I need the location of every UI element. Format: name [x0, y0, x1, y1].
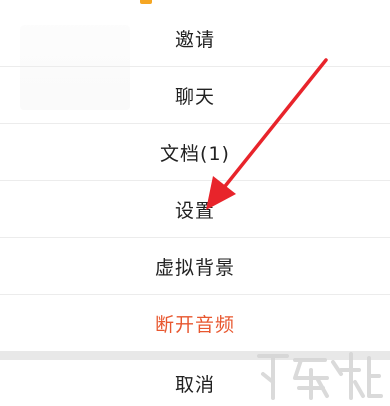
menu-item-documents[interactable]: 文档(1) — [0, 124, 390, 180]
top-accent-bar — [140, 0, 152, 4]
cancel-button[interactable]: 取消 — [0, 360, 390, 406]
menu-item-disconnect-audio[interactable]: 断开音频 — [0, 295, 390, 351]
group-separator — [0, 351, 390, 360]
menu-item-chat[interactable]: 聊天 — [0, 67, 390, 123]
menu-item-virtual-background[interactable]: 虚拟背景 — [0, 238, 390, 294]
menu-item-settings[interactable]: 设置 — [0, 181, 390, 237]
menu-item-invite[interactable]: 邀请 — [0, 10, 390, 66]
action-sheet: 邀请 聊天 文档(1) 设置 虚拟背景 断开音频 取消 — [0, 0, 390, 406]
